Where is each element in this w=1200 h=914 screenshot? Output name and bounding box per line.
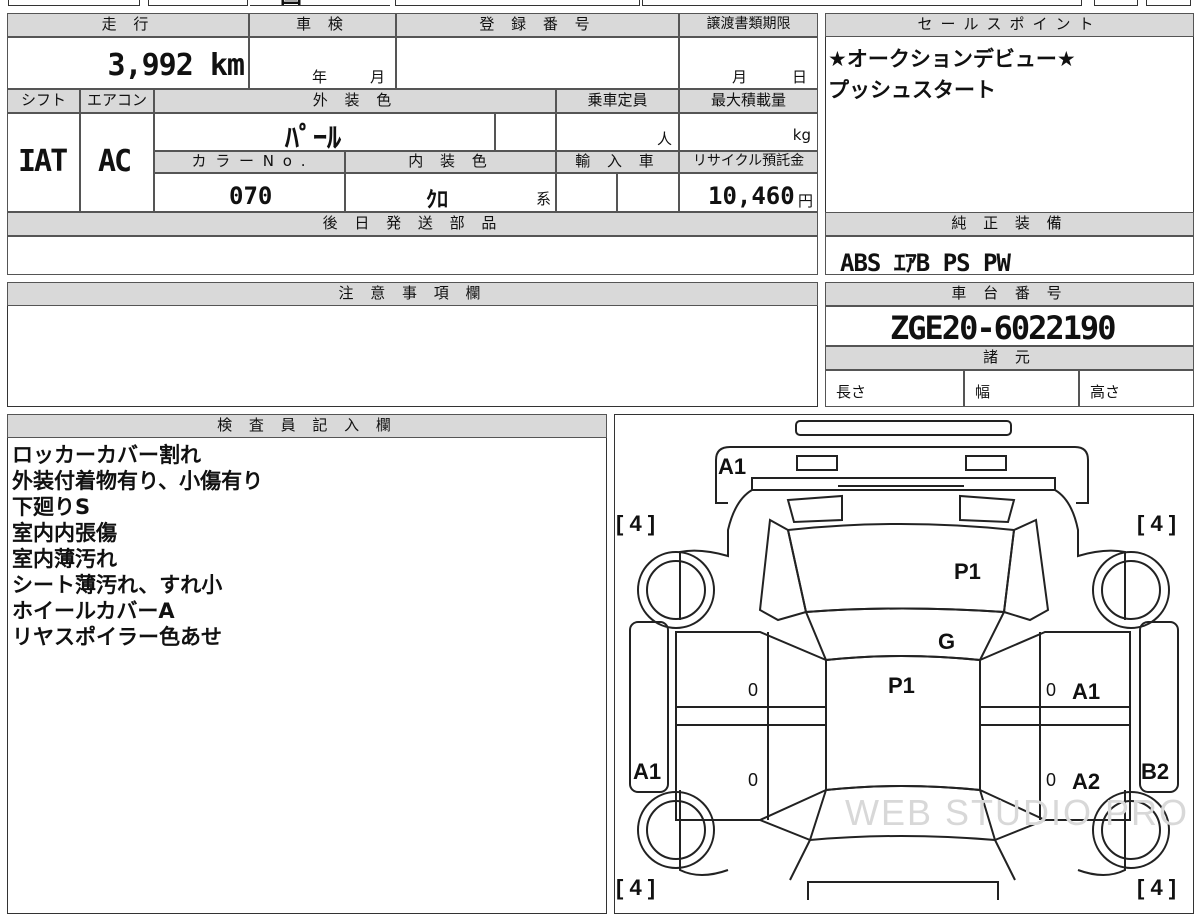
inspector-note: シート薄汚れ、すれ小	[12, 573, 223, 597]
watermark-text: WEB STUDIO PRO	[845, 792, 1189, 833]
shift-value: IAT	[18, 144, 68, 179]
capacity-unit: 人	[656, 130, 672, 148]
tire-rating-rear-left: [ 4 ]	[616, 875, 655, 900]
inspector-note: 室内内張傷	[12, 521, 117, 545]
equipment-cell: ABS ｴｱB PS PW	[825, 236, 1194, 277]
top-strip: 国	[0, 0, 1200, 6]
recycle-unit: 円	[797, 192, 813, 210]
sales-points-text: ★オークションデビュー★ プッシュスタート	[828, 44, 1190, 106]
registration-header: 登 録 番 号	[396, 13, 679, 37]
inspection-header: 車 検	[249, 13, 396, 37]
later-parts-header: 後 日 発 送 部 品	[7, 212, 818, 236]
length-cell: 長さ	[825, 370, 964, 407]
recycle-value: 10,460	[708, 182, 795, 210]
damage-code-left-rocker: A1	[633, 759, 661, 784]
chassis-header: 車 台 番 号	[825, 282, 1194, 306]
inspector-note: ホイールカバーA	[12, 599, 175, 623]
color-no-header: カ ラ ー N o .	[154, 151, 345, 173]
aircon-value: AC	[98, 144, 132, 179]
inspector-note: 室内薄汚れ	[12, 547, 117, 571]
height-label: 高さ	[1090, 383, 1121, 401]
inspector-note: リヤスポイラー色あせ	[12, 625, 222, 649]
caution-header: 注 意 事 項 欄	[7, 282, 818, 306]
chassis-number-cell: ZGE20-6022190	[825, 306, 1194, 347]
transfer-month-unit: 月	[732, 68, 748, 86]
car-diagram: WEB STUDIO PRO [ 4 ] [ 4 ] [ 4 ] [ 4 ] A…	[616, 420, 1189, 900]
sales-point-line: プッシュスタート	[828, 78, 996, 102]
exterior-color-cell: ﾊﾟｰﾙ	[154, 113, 495, 154]
transfer-deadline-cell: 月 日	[679, 37, 818, 89]
transfer-deadline-header: 譲渡書類期限	[679, 13, 818, 37]
registration-cell	[396, 37, 679, 89]
exterior-color-value: ﾊﾟｰﾙ	[285, 121, 342, 154]
damage-code-roof: P1	[888, 673, 915, 698]
equipment-header: 純 正 装 備	[825, 212, 1194, 236]
transfer-day-unit: 日	[792, 68, 808, 86]
damage-code-right-rear-door: A2	[1072, 769, 1100, 794]
aircon-header: エアコン	[80, 89, 154, 113]
chassis-number-value: ZGE20-6022190	[890, 309, 1116, 347]
aircon-cell: AC	[80, 113, 154, 212]
door-mark-left-front: 0	[748, 680, 758, 700]
later-parts-cell	[7, 236, 818, 275]
height-cell: 高さ	[1079, 370, 1194, 407]
damage-code-right-rocker: B2	[1141, 759, 1169, 784]
capacity-cell: 人	[556, 113, 679, 151]
inspector-note: 外装付着物有り、小傷有り	[12, 469, 264, 493]
color-no-cell: 070	[154, 173, 345, 212]
shift-header: シフト	[7, 89, 80, 113]
door-mark-right-front: 0	[1046, 680, 1056, 700]
mileage-header: 走 行	[7, 13, 249, 37]
inspector-note: ロッカーカバー割れ	[12, 443, 201, 467]
interior-color-cell: ｸﾛ 系	[345, 173, 556, 213]
damage-code-windshield: G	[938, 629, 955, 654]
interior-color-header: 内 装 色	[345, 151, 556, 173]
equipment-value: ABS ｴｱB PS PW	[840, 249, 1011, 277]
tire-rating-front-right: [ 4 ]	[1137, 511, 1176, 536]
recycle-cell: 10,460 円	[679, 173, 818, 212]
tire-rating-rear-right: [ 4 ]	[1137, 875, 1176, 900]
door-mark-left-rear: 0	[748, 770, 758, 790]
damage-code-front-bumper: A1	[718, 454, 746, 479]
tire-rating-front-left: [ 4 ]	[616, 511, 655, 536]
import-cell-right	[617, 173, 679, 212]
width-cell: 幅	[964, 370, 1079, 407]
color-no-value: 070	[229, 182, 273, 210]
inspector-note: 下廻りS	[12, 495, 91, 519]
spec-header: 諸 元	[825, 346, 1194, 370]
door-mark-right-rear: 0	[1046, 770, 1056, 790]
exterior-color-header: 外 装 色	[154, 89, 556, 113]
shift-cell: IAT	[7, 113, 80, 212]
mileage-cell: 3,992 km	[7, 37, 249, 89]
import-header: 輸 入 車	[556, 151, 679, 173]
inspection-month-unit: 月	[370, 68, 386, 86]
capacity-header: 乗車定員	[556, 89, 679, 113]
sales-point-line: ★オークションデビュー★	[828, 47, 1076, 71]
interior-color-value: ｸﾛ	[426, 188, 449, 213]
exterior-color-extra-cell	[495, 113, 556, 151]
inspector-notes: ロッカーカバー割れ 外装付着物有り、小傷有り 下廻りS 室内内張傷 室内薄汚れ …	[12, 442, 602, 650]
inspection-year-unit: 年	[312, 68, 328, 86]
partial-header-text: 国	[280, 0, 302, 5]
max-load-cell: kg	[679, 113, 818, 151]
max-load-unit: kg	[792, 126, 811, 144]
inspection-cell: 年 月	[249, 37, 396, 89]
width-label: 幅	[975, 383, 991, 401]
length-label: 長さ	[836, 383, 867, 401]
damage-code-right-front-door: A1	[1072, 679, 1100, 704]
max-load-header: 最大積載量	[679, 89, 818, 113]
interior-color-suffix: 系	[535, 190, 551, 208]
sales-points-header: セールスポイント	[825, 13, 1194, 37]
import-cell-left	[556, 173, 617, 212]
inspector-header: 検 査 員 記 入 欄	[7, 414, 607, 438]
recycle-header: リサイクル預託金	[679, 151, 818, 173]
damage-code-hood: P1	[954, 559, 981, 584]
mileage-value: 3,992 km	[107, 48, 245, 83]
